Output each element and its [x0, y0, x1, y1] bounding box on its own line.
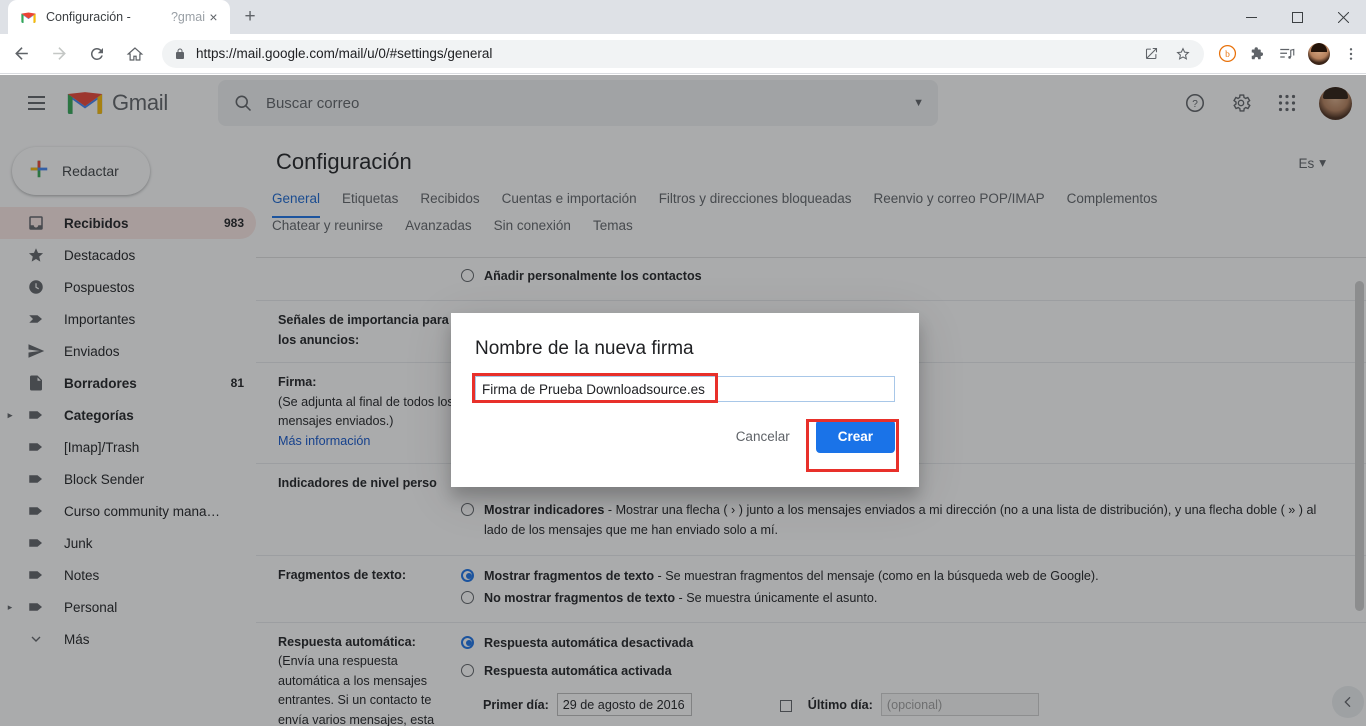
home-button[interactable] [118, 37, 152, 71]
dialog-actions: Cancelar Crear [451, 402, 919, 453]
new-tab-button[interactable]: + [236, 3, 264, 31]
dialog-title: Nombre de la nueva firma [475, 338, 694, 359]
address-bar[interactable]: https://mail.google.com/mail/u/0/#settin… [162, 39, 1204, 69]
browser-tab-title-faded: ?gmai [170, 10, 205, 24]
gmail-m-icon [20, 9, 37, 26]
extensions-puzzle-icon[interactable] [1242, 39, 1272, 69]
back-button[interactable] [4, 37, 38, 71]
close-icon[interactable]: × [205, 9, 222, 26]
reading-list-icon[interactable] [1272, 39, 1302, 69]
forward-button[interactable] [42, 37, 76, 71]
signature-name-input[interactable] [475, 376, 895, 402]
bookmark-star-icon[interactable] [1168, 39, 1198, 69]
window-controls [1228, 0, 1366, 34]
window-close-button[interactable] [1320, 0, 1366, 34]
browser-tab-strip: Configuración - ?gmai × + [0, 0, 1366, 34]
maximize-button[interactable] [1274, 0, 1320, 34]
browser-toolbar: https://mail.google.com/mail/u/0/#settin… [0, 34, 1366, 74]
b-extension-icon[interactable]: b [1212, 39, 1242, 69]
cancel-button[interactable]: Cancelar [726, 421, 800, 452]
svg-text:b: b [1225, 50, 1230, 60]
share-icon[interactable] [1136, 39, 1166, 69]
chrome-menu-icon[interactable] [1336, 39, 1366, 69]
lock-icon [174, 48, 186, 60]
new-signature-dialog: Nombre de la nueva firma Cancelar Crear [451, 313, 919, 487]
reload-button[interactable] [80, 37, 114, 71]
screen: Configuración - ?gmai × + https://mail.g… [0, 0, 1366, 726]
address-bar-url: https://mail.google.com/mail/u/0/#settin… [196, 46, 493, 61]
browser-tab[interactable]: Configuración - ?gmai × [8, 0, 230, 34]
omnibox-actions [1136, 39, 1198, 69]
browser-tab-title: Configuración - [46, 10, 131, 24]
create-button[interactable]: Crear [815, 420, 895, 453]
profile-avatar[interactable] [1308, 42, 1330, 65]
minimize-button[interactable] [1228, 0, 1274, 34]
